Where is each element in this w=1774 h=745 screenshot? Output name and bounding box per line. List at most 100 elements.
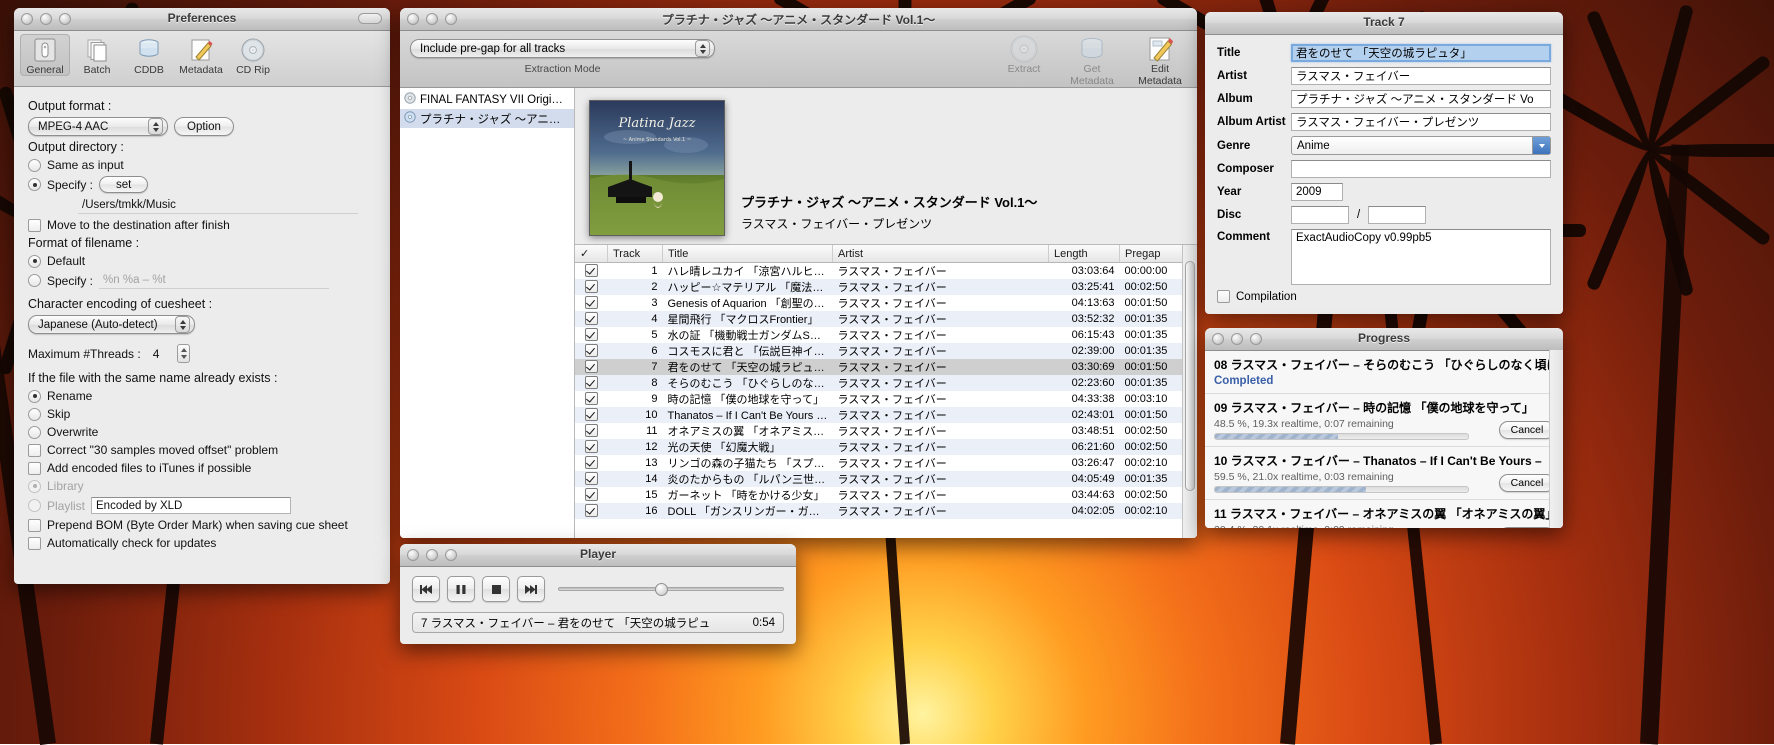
row-checkbox-cell[interactable] [575,423,608,439]
title-field-input[interactable]: 君をのせて 「天空の城ラピュタ」 [1291,44,1551,62]
album-artist-field-input[interactable]: ラスマス・フェイバー・プレゼンツ [1291,113,1551,131]
skip-row[interactable]: Skip [28,407,376,421]
threads-stepper[interactable] [177,344,190,363]
row-checkbox-cell[interactable] [575,455,608,471]
track-checkbox[interactable] [585,312,598,325]
track-checkbox[interactable] [585,328,598,341]
track-dialog-titlebar[interactable]: Track 7 [1205,12,1563,35]
table-row[interactable]: 9時の記憶 「僕の地球を守って」ラスマス・フェイバー04:33:3800:03:… [575,391,1197,407]
row-checkbox-cell[interactable] [575,407,608,423]
preferences-toolbar[interactable]: General Batch CDDB Metadata CD Rip [14,31,390,87]
table-row[interactable]: 15ガーネット 「時をかける少女」ラスマス・フェイバー03:44:6300:02… [575,487,1197,503]
row-checkbox-cell[interactable] [575,311,608,327]
extract-button[interactable]: Extract [993,33,1055,87]
column-header-track[interactable]: Track [608,245,663,263]
pref-tab-cdrip[interactable]: CD Rip [228,34,278,76]
charset-select[interactable]: Japanese (Auto-detect) [28,315,195,334]
disc-field-input[interactable] [1291,206,1349,224]
pref-tab-metadata[interactable]: Metadata [176,34,226,76]
track-table-wrapper[interactable]: ✓ Track Title Artist Length Pregap 1ハレ晴レ… [575,244,1197,538]
track-table-header[interactable]: ✓ Track Title Artist Length Pregap [575,245,1197,263]
progress-cancel-wrap[interactable]: Cancel [1499,527,1555,528]
option-button[interactable]: Option [174,117,234,136]
stop-button[interactable] [482,576,510,602]
radio-filename-default[interactable] [28,255,41,268]
row-checkbox-cell[interactable] [575,327,608,343]
table-row[interactable]: 2ハッピー☆マテリアル 「魔法先生ネギま!」ラスマス・フェイバー03:25:41… [575,279,1197,295]
set-directory-button[interactable]: set [99,176,148,193]
main-toolbar-actions[interactable]: Extract Get Metadata Edit Metadata [993,33,1191,87]
track-table-scrollbar[interactable] [1182,245,1197,538]
add-to-itunes-row[interactable]: Add encoded files to iTunes if possible [28,461,376,475]
cancel-button[interactable]: Cancel [1499,421,1555,439]
preferences-window[interactable]: Preferences General Batch CDDB Metada [14,8,390,584]
table-row[interactable]: 10Thanatos – If I Can't Be Yours – 「新世紀…… [575,407,1197,423]
player-controls[interactable] [412,576,784,602]
column-header-title[interactable]: Title [663,245,833,263]
table-row[interactable]: 11オネアミスの翼 「オネアミスの翼」ラスマス・フェイバー03:48:5100:… [575,423,1197,439]
table-row[interactable]: 7君をのせて 「天空の城ラピュタ」ラスマス・フェイバー03:30:6900:01… [575,359,1197,375]
row-checkbox-cell[interactable] [575,375,608,391]
checkbox-add-to-itunes[interactable] [28,462,41,475]
main-toolbar[interactable]: Include pre-gap for all tracks Extractio… [400,31,1197,88]
progress-window[interactable]: Progress 08 ラスマス・フェイバー – そらのむこう 「ひぐらしのなく… [1205,328,1563,528]
radio-same-as-input[interactable] [28,159,41,172]
table-row[interactable]: 16DOLL 「ガンスリンガー・ガール」ラスマス・フェイバー04:02:0500… [575,503,1197,519]
column-header-check[interactable]: ✓ [575,245,608,263]
track-checkbox[interactable] [585,504,598,517]
row-checkbox-cell[interactable] [575,295,608,311]
auto-check-updates-row[interactable]: Automatically check for updates [28,536,376,550]
previous-track-button[interactable] [412,576,440,602]
cancel-button[interactable]: Cancel [1499,527,1555,528]
disc-total-input[interactable] [1368,206,1426,224]
get-metadata-button[interactable]: Get Metadata [1061,33,1123,87]
radio-overwrite[interactable] [28,426,41,439]
filename-specify-row[interactable]: Specify : %n %a – %t [28,272,376,289]
source-item-0[interactable]: FINAL FANTASY VII Origi… [400,90,574,109]
pref-tab-general[interactable]: General [20,34,70,76]
source-list[interactable]: FINAL FANTASY VII Origi… プラチナ・ジャズ ～アニ… [400,88,575,538]
filename-pattern-input[interactable]: %n %a – %t [99,272,329,289]
progress-titlebar[interactable]: Progress [1205,328,1563,351]
track-checkbox[interactable] [585,488,598,501]
radio-rename[interactable] [28,390,41,403]
track-checkbox[interactable] [585,392,598,405]
same-as-input-row[interactable]: Same as input [28,158,376,172]
row-checkbox-cell[interactable] [575,359,608,375]
track-checkbox[interactable] [585,296,598,309]
pref-tab-cddb[interactable]: CDDB [124,34,174,76]
main-titlebar[interactable]: プラチナ・ジャズ ～アニメ・スタンダード Vol.1～ [400,8,1197,31]
column-header-length[interactable]: Length [1049,245,1120,263]
checkbox-correct-offset[interactable] [28,444,41,457]
radio-skip[interactable] [28,408,41,421]
main-window[interactable]: プラチナ・ジャズ ～アニメ・スタンダード Vol.1～ Include pre-… [400,8,1197,538]
checkbox-auto-check-updates[interactable] [28,537,41,550]
checkbox-prepend-bom[interactable] [28,519,41,532]
column-header-artist[interactable]: Artist [833,245,1049,263]
row-checkbox-cell[interactable] [575,263,608,280]
row-checkbox-cell[interactable] [575,487,608,503]
track-checkbox[interactable] [585,280,598,293]
checkbox-compilation[interactable] [1217,290,1230,303]
pause-button[interactable] [447,576,475,602]
player-window[interactable]: Player 7 ラスマス・フェイバー – 君をのせて 「天空の城ラピュ 0:5… [400,544,796,644]
year-field-input[interactable]: 2009 [1291,183,1343,201]
prepend-bom-row[interactable]: Prepend BOM (Byte Order Mark) when savin… [28,518,376,532]
cancel-button[interactable]: Cancel [1499,474,1555,492]
table-row[interactable]: 13リンゴの森の子猫たち 「スプーンおばさん…ラスマス・フェイバー03:26:4… [575,455,1197,471]
table-row[interactable]: 8そらのむこう 「ひぐらしのなく頃に解」ラスマス・フェイバー02:23:6000… [575,375,1197,391]
rename-row[interactable]: Rename [28,389,376,403]
track-checkbox[interactable] [585,376,598,389]
compilation-row[interactable]: Compilation [1217,290,1551,303]
progress-item-list[interactable]: 08 ラスマス・フェイバー – そらのむこう 「ひぐらしのなく頃にComplet… [1205,351,1563,528]
track-table[interactable]: ✓ Track Title Artist Length Pregap 1ハレ晴レ… [575,245,1197,519]
extraction-mode-select[interactable]: Include pre-gap for all tracks [410,39,715,58]
source-item-1[interactable]: プラチナ・ジャズ ～アニ… [400,109,574,128]
progress-cancel-wrap[interactable]: Cancel [1499,421,1555,439]
table-row[interactable]: 3Genesis of Aquarion 「創聖のアクエリオン」ラスマス・フェイ… [575,295,1197,311]
scrollbar-thumb[interactable] [1185,261,1195,491]
player-seek-slider[interactable] [558,579,784,599]
track-metadata-dialog[interactable]: Track 7 Title 君をのせて 「天空の城ラピュタ」 Artist ラス… [1205,12,1563,314]
row-checkbox-cell[interactable] [575,439,608,455]
next-track-button[interactable] [517,576,545,602]
